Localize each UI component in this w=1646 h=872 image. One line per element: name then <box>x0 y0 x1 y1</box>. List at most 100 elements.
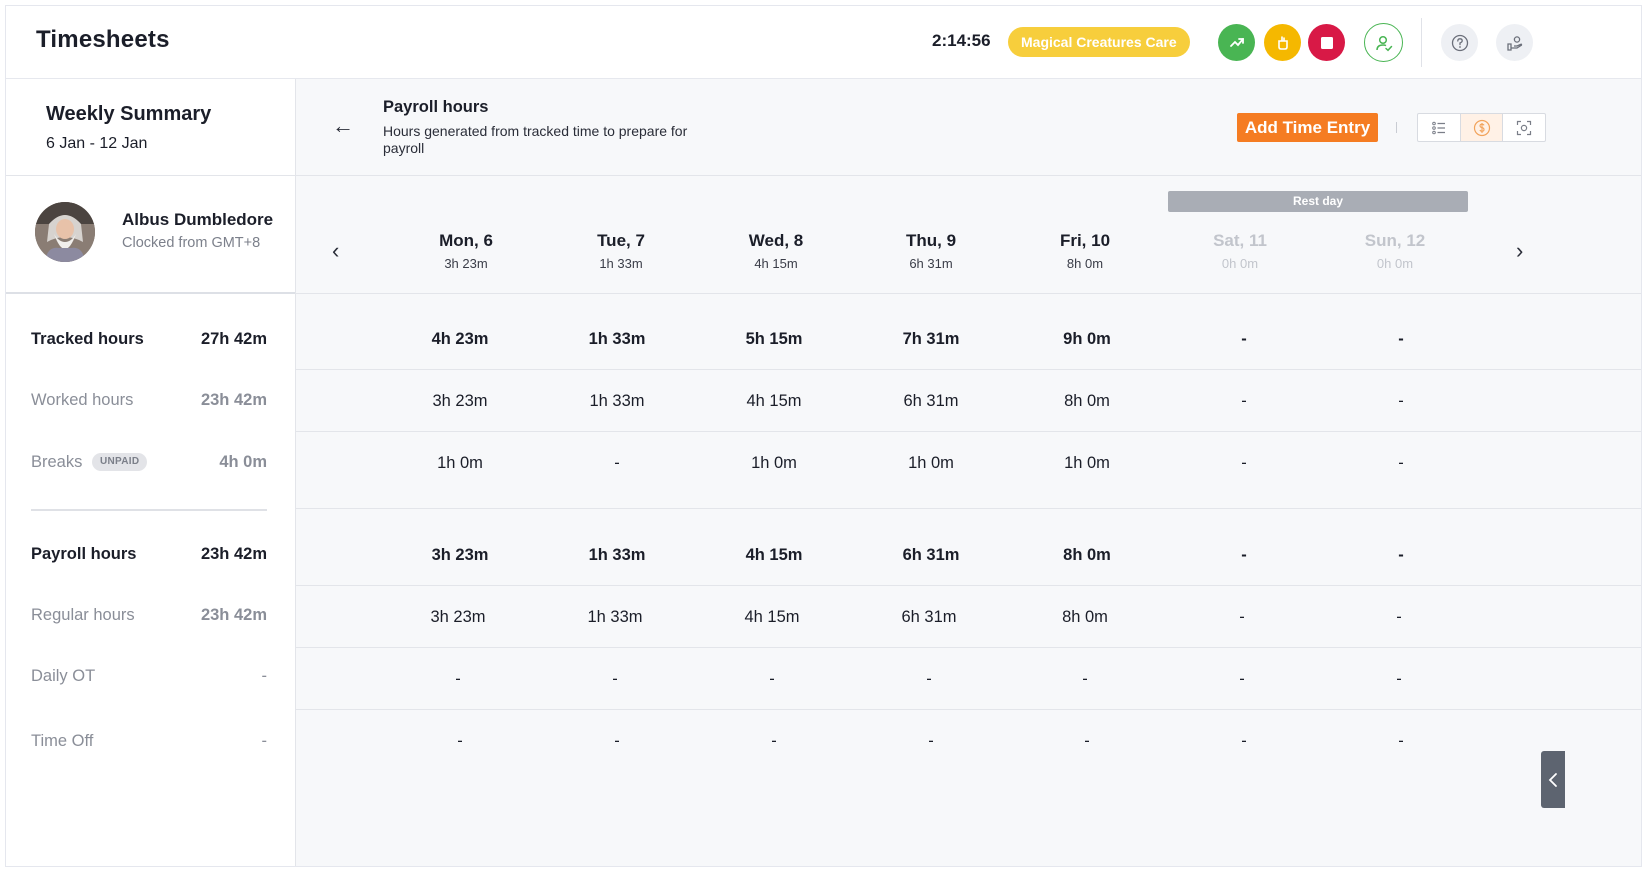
summary-label: Daily OT <box>31 667 96 685</box>
next-week-chevron-icon[interactable]: › <box>1516 240 1523 262</box>
grid-cell: - <box>614 454 620 472</box>
grid-cell: - <box>457 732 463 750</box>
summary-label: Breaks <box>31 453 83 471</box>
summary-row-daily-ot: Daily OT - <box>31 661 267 691</box>
screenshot-icon <box>1517 120 1532 135</box>
grid-cell: - <box>1241 392 1247 410</box>
grid-cell: 6h 31m <box>901 608 957 626</box>
toolbar-separator <box>1396 122 1397 133</box>
grid-cell: - <box>928 732 934 750</box>
take-break-button[interactable] <box>1264 24 1301 61</box>
panel-header: ← Payroll hours Hours generated from tra… <box>296 79 1641 176</box>
switch-task-button[interactable] <box>1218 24 1255 61</box>
day-header-mon[interactable]: Mon, 6 3h 23m <box>388 231 544 271</box>
grid-cell: 3h 23m <box>432 392 488 410</box>
top-header: Timesheets 2:14:56 Magical Creatures Car… <box>6 6 1641 79</box>
grid-cell: - <box>1239 670 1245 688</box>
help-button[interactable] <box>1441 24 1478 61</box>
summary-label: Payroll hours <box>31 545 137 563</box>
side-panel-toggle[interactable] <box>1541 751 1565 808</box>
day-header-tue[interactable]: Tue, 7 1h 33m <box>543 231 699 271</box>
list-view-button[interactable] <box>1418 114 1461 141</box>
grid-cell: - <box>1241 330 1247 348</box>
grid-cell: - <box>1241 454 1247 472</box>
day-hours: 4h 15m <box>754 256 798 271</box>
grid-cell: 1h 0m <box>1064 454 1110 472</box>
grid-cell: 4h 23m <box>431 330 489 348</box>
grid-cell: 9h 0m <box>1063 330 1111 348</box>
user-name: Albus Dumbledore <box>122 210 274 229</box>
day-header-fri[interactable]: Fri, 10 8h 0m <box>1007 231 1163 271</box>
grid-cell: 1h 33m <box>589 392 645 410</box>
day-hours: 1h 33m <box>599 256 643 271</box>
grid-cell: 1h 33m <box>588 546 646 564</box>
summary-label: Tracked hours <box>31 330 144 348</box>
grid-cell: 6h 31m <box>902 546 960 564</box>
day-header-wed[interactable]: Wed, 8 4h 15m <box>698 231 854 271</box>
weekly-summary-header: Weekly Summary 6 Jan - 12 Jan <box>6 79 295 176</box>
stop-timer-button[interactable] <box>1308 24 1345 61</box>
grid-cell: 3h 23m <box>430 608 486 626</box>
day-header-sun[interactable]: Sun, 12 0h 0m <box>1317 231 1473 271</box>
grid-cell: - <box>614 732 620 750</box>
grid-cell: - <box>769 670 775 688</box>
day-name: Sat, 11 <box>1213 231 1267 250</box>
grid-cell: - <box>1084 732 1090 750</box>
grid-cell: - <box>1398 454 1404 472</box>
week-range: 6 Jan - 12 Jan <box>46 135 148 152</box>
grid-cell: 8h 0m <box>1062 608 1108 626</box>
clock-status-button[interactable] <box>1364 23 1403 62</box>
payroll-view-button[interactable] <box>1460 114 1504 141</box>
day-hours: 8h 0m <box>1066 256 1104 271</box>
weekly-summary-title: Weekly Summary <box>46 103 212 125</box>
grid-cell: - <box>1398 732 1404 750</box>
panel-title: Payroll hours <box>383 98 489 116</box>
back-arrow-icon[interactable]: ← <box>332 113 354 139</box>
add-time-entry-button[interactable]: Add Time Entry <box>1237 113 1378 142</box>
rest-day-bar: Rest day <box>1168 191 1468 212</box>
grid-cell: - <box>1398 546 1404 564</box>
row-regular-hours: 3h 23m 1h 33m 4h 15m 6h 31m 8h 0m - - <box>296 586 1641 648</box>
row-tracked-hours: 4h 23m 1h 33m 5h 15m 7h 31m 9h 0m - - <box>296 308 1641 370</box>
row-daily-ot: - - - - - - - <box>296 648 1641 710</box>
header-divider <box>1421 18 1422 67</box>
summary-row-breaks: Breaks UNPAID 4h 0m <box>31 447 267 477</box>
current-project-badge[interactable]: Magical Creatures Care <box>1008 27 1190 57</box>
summary-row-time-off: Time Off - <box>31 726 267 756</box>
grid-cell: 1h 33m <box>587 608 643 626</box>
help-icon <box>1451 34 1468 51</box>
view-toggle <box>1417 113 1546 142</box>
timer-display: 2:14:56 <box>932 31 991 50</box>
screenshot-view-button[interactable] <box>1503 114 1545 141</box>
grid-cell: 4h 15m <box>745 546 803 564</box>
summary-row-payroll: Payroll hours 23h 42m <box>31 539 267 569</box>
day-hours: 6h 31m <box>909 256 953 271</box>
user-timezone: Clocked from GMT+8 <box>122 235 261 251</box>
summary-row-regular: Regular hours 23h 42m <box>31 600 267 630</box>
summary-value: 23h 42m <box>200 606 267 624</box>
user-card: Albus Dumbledore Clocked from GMT+8 <box>6 176 295 294</box>
day-header-sat[interactable]: Sat, 11 0h 0m <box>1162 231 1318 271</box>
user-check-icon <box>1375 35 1392 51</box>
grid-cell: - <box>455 670 461 688</box>
grid-cell: - <box>771 732 777 750</box>
grid-cell: - <box>1398 330 1404 348</box>
app-frame: Timesheets 2:14:56 Magical Creatures Car… <box>5 5 1642 867</box>
summary-value: - <box>261 732 268 750</box>
day-name: Fri, 10 <box>1059 231 1111 250</box>
grid-cell: - <box>612 670 618 688</box>
day-header-thu[interactable]: Thu, 9 6h 31m <box>853 231 1009 271</box>
grid-cell: - <box>1241 546 1247 564</box>
summary-value: 23h 42m <box>200 545 267 563</box>
day-hours: 3h 23m <box>444 256 488 271</box>
chevron-left-icon <box>1548 772 1557 787</box>
switch-task-icon <box>1229 37 1244 47</box>
team-button[interactable] <box>1496 24 1533 61</box>
previous-week-chevron-icon[interactable]: ‹ <box>332 240 339 262</box>
day-name: Tue, 7 <box>597 231 645 250</box>
summary-label: Time Off <box>31 732 94 750</box>
grid-cell: - <box>1239 608 1245 626</box>
day-name: Wed, 8 <box>748 231 804 250</box>
grid-cell: 4h 15m <box>746 392 802 410</box>
summary-divider <box>31 509 267 511</box>
